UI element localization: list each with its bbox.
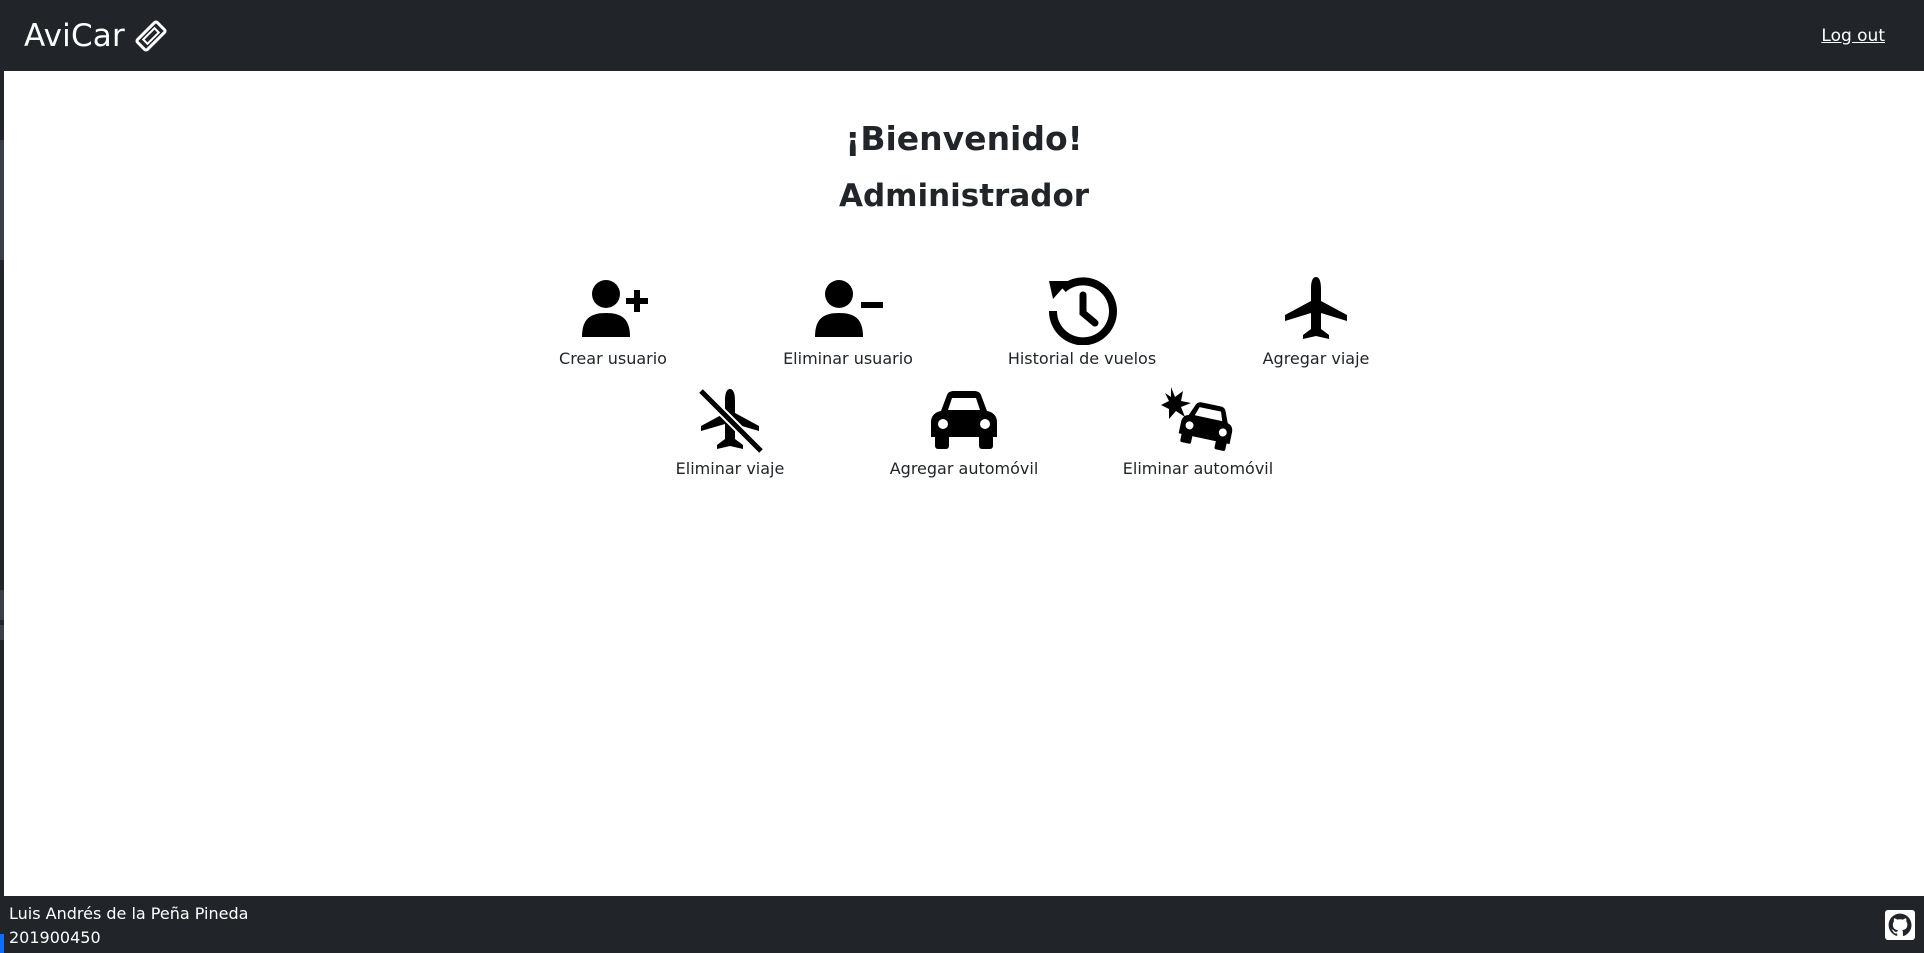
role-heading: Administrador bbox=[838, 178, 1090, 214]
action-delete-car[interactable]: Eliminar automóvil bbox=[1103, 385, 1293, 478]
page: AviCar Log out ¡Bienvenido! Administrado… bbox=[0, 0, 1924, 953]
action-add-trip[interactable]: Agregar viaje bbox=[1221, 275, 1411, 368]
brand-link[interactable]: AviCar bbox=[24, 18, 169, 54]
action-create-user[interactable]: Crear usuario bbox=[518, 275, 708, 368]
car-crash-icon bbox=[1161, 387, 1233, 451]
main-content: ¡Bienvenido! Administrador Crear usuario… bbox=[4, 71, 1924, 896]
user-plus-icon bbox=[582, 280, 648, 337]
action-label: Crear usuario bbox=[559, 349, 667, 368]
welcome-heading: ¡Bienvenido! bbox=[845, 119, 1083, 158]
action-label: Eliminar automóvil bbox=[1122, 459, 1274, 478]
plane-icon bbox=[1285, 277, 1347, 339]
car-icon bbox=[931, 391, 997, 449]
author-name: Luis Andrés de la Peña Pineda bbox=[9, 904, 249, 923]
action-label: Eliminar viaje bbox=[675, 459, 785, 478]
action-label: Agregar viaje bbox=[1262, 349, 1370, 368]
history-icon bbox=[1048, 277, 1117, 345]
plane-slash-icon bbox=[697, 387, 765, 455]
footer-accent bbox=[0, 934, 4, 953]
action-label: Agregar automóvil bbox=[889, 459, 1039, 478]
github-icon[interactable] bbox=[1885, 910, 1915, 940]
user-minus-icon bbox=[815, 280, 883, 337]
action-label: Historial de vuelos bbox=[1007, 349, 1157, 368]
author-id: 201900450 bbox=[9, 928, 101, 947]
action-flight-history[interactable]: Historial de vuelos bbox=[987, 275, 1177, 368]
action-add-car[interactable]: Agregar automóvil bbox=[869, 385, 1059, 478]
navbar: AviCar Log out bbox=[0, 0, 1924, 71]
logout-link[interactable]: Log out bbox=[1821, 26, 1885, 46]
brand-name: AviCar bbox=[24, 17, 125, 54]
action-delete-trip[interactable]: Eliminar viaje bbox=[635, 385, 825, 478]
ticket-icon bbox=[133, 18, 169, 54]
action-delete-user[interactable]: Eliminar usuario bbox=[753, 275, 943, 368]
action-label: Eliminar usuario bbox=[783, 349, 913, 368]
footer: Luis Andrés de la Peña Pineda 201900450 bbox=[0, 896, 1924, 953]
